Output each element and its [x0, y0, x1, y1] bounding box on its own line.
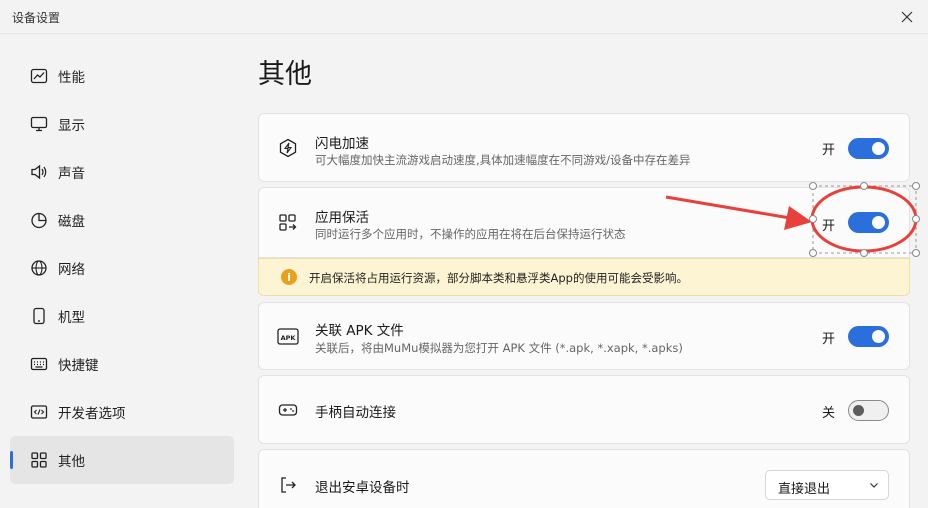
- chart-line-icon: [30, 67, 48, 85]
- sidebar-item-label: 其他: [58, 454, 85, 470]
- exit-behavior-select[interactable]: 直接退出: [765, 470, 889, 500]
- setting-description: 可大幅度加快主流游戏启动速度,具体加速幅度在不同游戏/设备中存在差异: [315, 153, 691, 167]
- toggle-state-label: 关: [821, 406, 835, 421]
- setting-title: 关联 APK 文件: [315, 323, 404, 339]
- setting-exit-behavior: 退出安卓设备时 直接退出: [258, 449, 910, 508]
- select-value: 直接退出: [778, 482, 831, 497]
- sidebar-item-label: 声音: [58, 166, 85, 182]
- sidebar-item-label: 磁盘: [58, 214, 85, 230]
- setting-title: 应用保活: [315, 210, 369, 226]
- sidebar-item-performance[interactable]: 性能: [10, 52, 234, 100]
- warning-text: 开启保活将占用运行资源，部分脚本类和悬浮类App的使用可能会受影响。: [309, 271, 688, 285]
- sidebar-item-label: 性能: [58, 70, 85, 86]
- sidebar-item-disk[interactable]: 磁盘: [10, 196, 234, 244]
- grid-icon: [30, 451, 48, 469]
- sidebar-item-sound[interactable]: 声音: [10, 148, 234, 196]
- sidebar-item-developer[interactable]: 开发者选项: [10, 388, 234, 436]
- sidebar-item-label: 显示: [58, 118, 85, 134]
- phone-icon: [30, 307, 48, 325]
- setting-title: 闪电加速: [315, 136, 369, 152]
- window-title: 设备设置: [12, 11, 61, 25]
- sidebar-item-label: 快捷键: [58, 358, 99, 374]
- apk-icon-text: APK: [281, 334, 297, 342]
- toggle-state-label: 开: [821, 143, 835, 158]
- setting-keep-alive: 应用保活 同时运行多个应用时，不操作的应用在将在后台保持运行状态 开: [258, 187, 910, 258]
- chevron-down-icon: [870, 483, 878, 488]
- apk-icon: APK: [277, 326, 299, 348]
- setting-gamepad-auto-connect: 手柄自动连接 关: [258, 375, 910, 444]
- gamepad-auto-connect-toggle[interactable]: [848, 400, 889, 421]
- sidebar-item-label: 网络: [58, 262, 85, 278]
- sidebar-item-shortcuts[interactable]: 快捷键: [10, 340, 234, 388]
- page-title: 其他: [258, 59, 312, 90]
- pie-chart-icon: [30, 211, 48, 229]
- setting-title: 退出安卓设备时: [315, 480, 410, 496]
- apk-association-toggle[interactable]: [848, 326, 889, 347]
- exit-icon: [277, 474, 299, 496]
- setting-apk-association: APK 关联 APK 文件 关联后，将由MuMu模拟器为您打开 APK 文件 (…: [258, 302, 910, 370]
- sidebar: 性能 显示 声音 磁盘 网络 机型 快捷键 开发者选项 其他: [10, 52, 234, 484]
- sidebar-item-label: 机型: [58, 310, 85, 326]
- close-icon: [901, 11, 913, 23]
- setting-title: 手柄自动连接: [315, 405, 396, 421]
- toggle-state-label: 开: [821, 332, 835, 347]
- monitor-icon: [30, 115, 48, 133]
- keep-alive-toggle[interactable]: [848, 212, 889, 233]
- setting-description: 关联后，将由MuMu模拟器为您打开 APK 文件 (*.apk, *.xapk,…: [315, 341, 683, 355]
- code-icon: [30, 403, 48, 421]
- apps-arrow-icon: [277, 212, 299, 234]
- keep-alive-warning: i 开启保活将占用运行资源，部分脚本类和悬浮类App的使用可能会受影响。: [258, 258, 910, 296]
- setting-flash-acceleration: 闪电加速 可大幅度加快主流游戏启动速度,具体加速幅度在不同游戏/设备中存在差异 …: [258, 113, 910, 182]
- sidebar-item-network[interactable]: 网络: [10, 244, 234, 292]
- sidebar-item-display[interactable]: 显示: [10, 100, 234, 148]
- toggle-state-label: 开: [821, 219, 835, 234]
- close-button[interactable]: [896, 6, 918, 28]
- gamepad-icon: [277, 399, 299, 421]
- globe-icon: [30, 259, 48, 277]
- sidebar-item-model[interactable]: 机型: [10, 292, 234, 340]
- title-bar: 设备设置: [0, 0, 928, 34]
- sidebar-item-label: 开发者选项: [58, 406, 126, 422]
- setting-description: 同时运行多个应用时，不操作的应用在将在后台保持运行状态: [315, 227, 626, 241]
- flash-acceleration-toggle[interactable]: [848, 138, 889, 159]
- sidebar-item-other[interactable]: 其他: [10, 436, 234, 484]
- keyboard-icon: [30, 355, 48, 373]
- speaker-icon: [30, 163, 48, 181]
- bolt-hexagon-icon: [277, 137, 299, 159]
- info-icon: i: [281, 269, 297, 285]
